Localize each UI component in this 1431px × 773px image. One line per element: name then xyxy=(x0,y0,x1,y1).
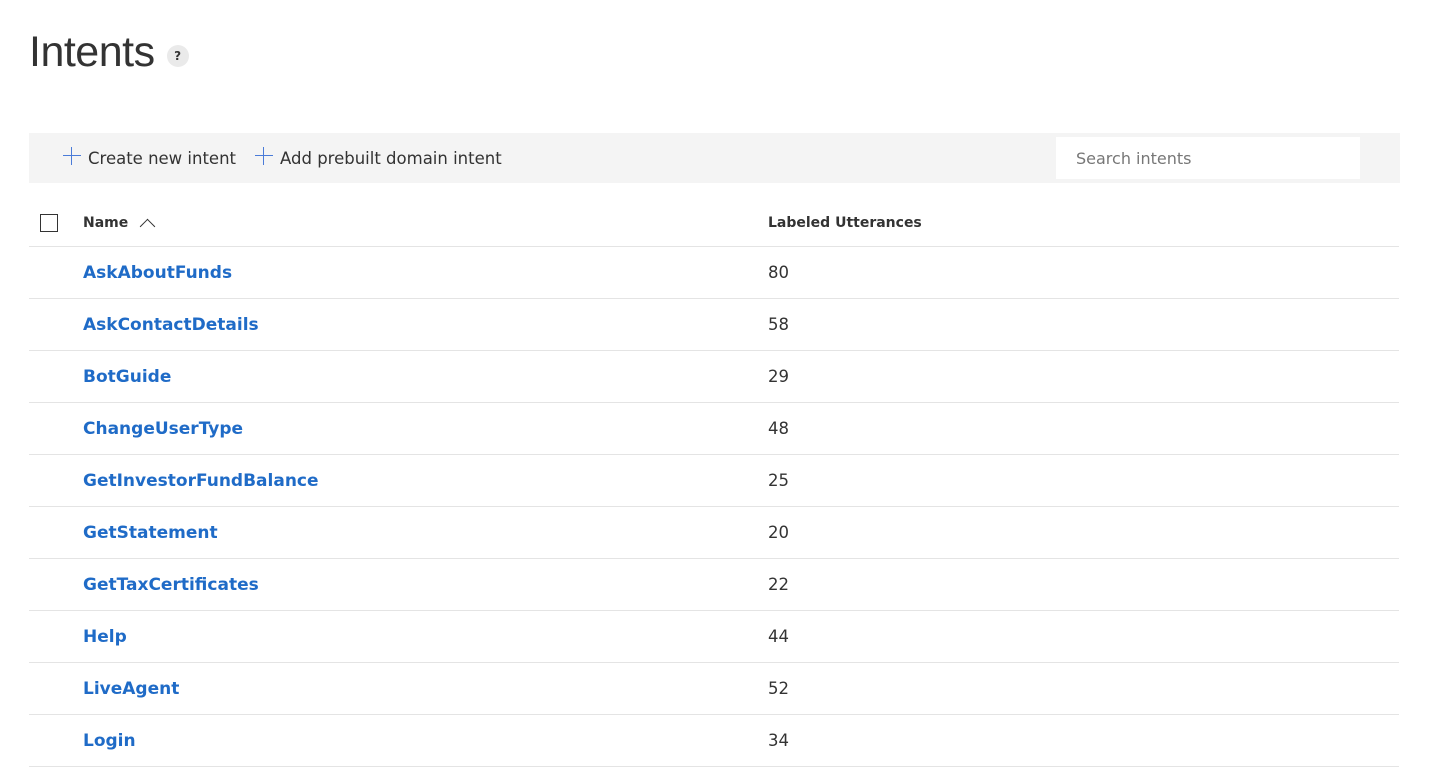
labeled-utterances-count: 52 xyxy=(768,679,789,698)
create-new-intent-label: Create new intent xyxy=(88,148,237,168)
table-row: GetStatement 20 xyxy=(29,507,1399,559)
toolbar: Create new intent Add prebuilt domain in… xyxy=(29,133,1400,183)
table-row: Help 44 xyxy=(29,611,1399,663)
plus-icon xyxy=(255,147,273,165)
labeled-utterances-count: 29 xyxy=(768,367,789,386)
select-all-checkbox[interactable] xyxy=(40,214,58,232)
name-column-label: Name xyxy=(83,215,129,231)
intents-table: Name Labeled Utterances AskAboutFunds 80… xyxy=(29,200,1399,767)
intent-name-link[interactable]: ChangeUserType xyxy=(83,403,243,454)
help-icon[interactable]: ? xyxy=(166,45,189,67)
intent-name-link[interactable]: GetInvestorFundBalance xyxy=(83,455,319,506)
title-row: Intents ? xyxy=(29,24,189,80)
sort-ascending-icon xyxy=(139,218,156,235)
intent-name-link[interactable]: LiveAgent xyxy=(83,663,179,714)
table-row: LiveAgent 52 xyxy=(29,663,1399,715)
labeled-utterances-count: 25 xyxy=(768,471,789,490)
table-header: Name Labeled Utterances xyxy=(29,200,1399,247)
labeled-utterances-count: 48 xyxy=(768,419,789,438)
add-prebuilt-domain-intent-label: Add prebuilt domain intent xyxy=(280,148,502,168)
search-intents-input[interactable] xyxy=(1056,137,1360,179)
labeled-utterances-column-header[interactable]: Labeled Utterances xyxy=(768,200,922,246)
plus-icon xyxy=(63,147,81,165)
table-row: BotGuide 29 xyxy=(29,351,1399,403)
page-title: Intents xyxy=(29,28,155,76)
intent-name-link[interactable]: GetStatement xyxy=(83,507,218,558)
name-column-header[interactable]: Name xyxy=(83,200,156,246)
intent-name-link[interactable]: AskAboutFunds xyxy=(83,247,232,298)
table-row: Login 34 xyxy=(29,715,1399,767)
intent-name-link[interactable]: Login xyxy=(83,715,136,766)
table-row: ChangeUserType 48 xyxy=(29,403,1399,455)
intent-name-link[interactable]: GetTaxCertificates xyxy=(83,559,259,610)
create-new-intent-button[interactable]: Create new intent xyxy=(63,133,236,183)
labeled-utterances-count: 34 xyxy=(768,731,789,750)
labeled-utterances-count: 44 xyxy=(768,627,789,646)
intents-page: Intents ? Create new intent Add prebuilt… xyxy=(0,0,1431,773)
labeled-utterances-count: 22 xyxy=(768,575,789,594)
intent-name-link[interactable]: AskContactDetails xyxy=(83,299,259,350)
labeled-utterances-count: 80 xyxy=(768,263,789,282)
add-prebuilt-domain-intent-button[interactable]: Add prebuilt domain intent xyxy=(255,133,502,183)
table-row: GetTaxCertificates 22 xyxy=(29,559,1399,611)
table-row: AskAboutFunds 80 xyxy=(29,247,1399,299)
table-row: GetInvestorFundBalance 25 xyxy=(29,455,1399,507)
labeled-utterances-count: 20 xyxy=(768,523,789,542)
table-row: AskContactDetails 58 xyxy=(29,299,1399,351)
intent-name-link[interactable]: Help xyxy=(83,611,127,662)
labeled-utterances-count: 58 xyxy=(768,315,789,334)
intent-name-link[interactable]: BotGuide xyxy=(83,351,171,402)
